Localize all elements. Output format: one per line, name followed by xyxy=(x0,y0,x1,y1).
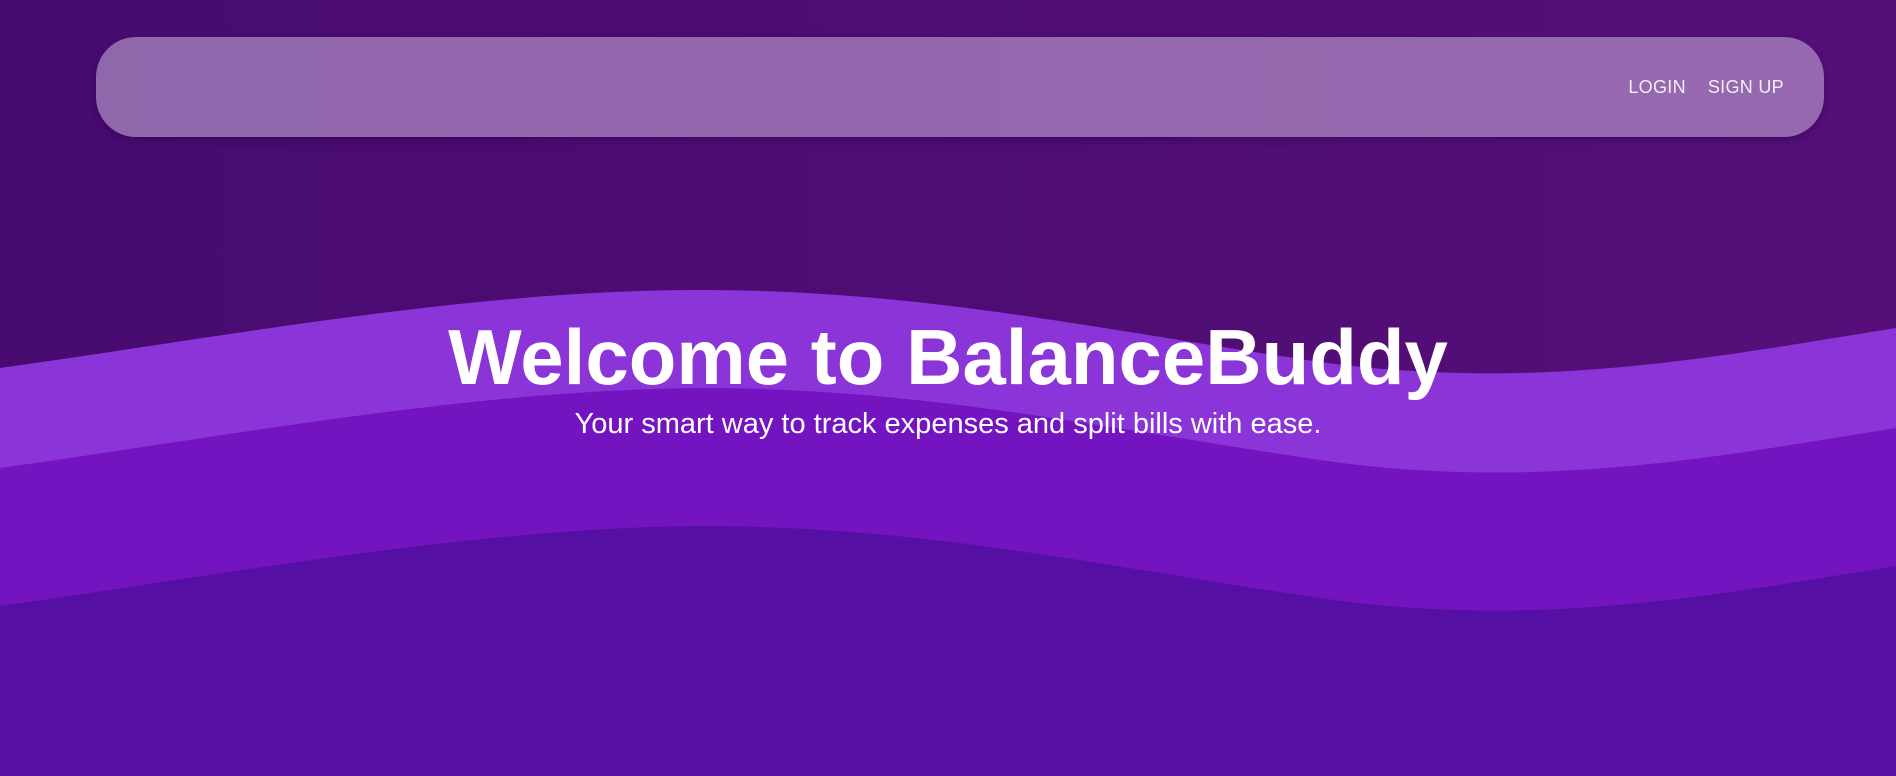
top-navbar: LOGIN SIGN UP xyxy=(96,37,1824,137)
login-button[interactable]: LOGIN xyxy=(1628,77,1686,98)
hero-section: Welcome to BalanceBuddy Your smart way t… xyxy=(0,312,1896,442)
hero-subtitle: Your smart way to track expenses and spl… xyxy=(574,408,1322,440)
signup-button[interactable]: SIGN UP xyxy=(1708,77,1784,98)
auth-nav: LOGIN SIGN UP xyxy=(1628,37,1784,137)
hero-title: Welcome to BalanceBuddy xyxy=(448,313,1448,401)
